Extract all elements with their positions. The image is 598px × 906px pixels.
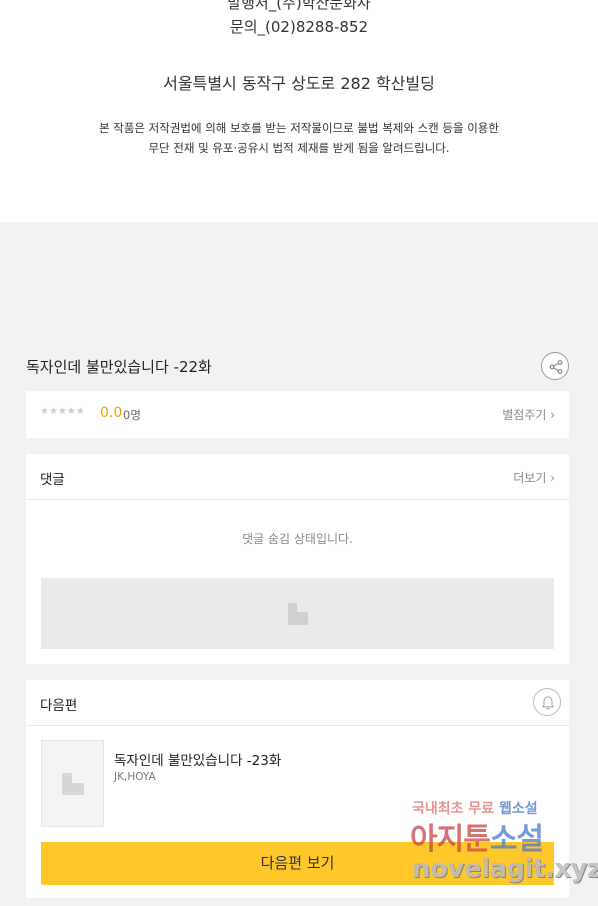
copyright-notice-line1: 본 작품은 저작권법에 의해 보호를 받는 저작물이므로 불법 복제와 스캔 등… bbox=[99, 121, 499, 135]
episode-title: 독자인데 불만있습니다 -22화 bbox=[26, 358, 212, 376]
image-placeholder-icon bbox=[288, 603, 308, 625]
share-icon bbox=[549, 360, 563, 374]
next-episode-thumbnail[interactable] bbox=[41, 740, 104, 827]
image-placeholder-icon bbox=[62, 773, 84, 795]
copyright-notice-line2: 무단 전재 및 유포·공유시 법적 제재를 받게 됨을 알려드립니다. bbox=[148, 141, 450, 155]
comment-card: 댓글 더보기 › 댓글 숨김 상태입니다. bbox=[26, 454, 569, 664]
next-episode-author: JK,HOYA bbox=[114, 771, 156, 783]
rate-button[interactable]: 별점주기 › bbox=[502, 406, 555, 423]
contact-text: 문의_(02)8288-852 bbox=[229, 18, 369, 36]
rating-score: 0.0 bbox=[100, 405, 123, 421]
next-title: 다음편 bbox=[40, 698, 78, 714]
bell-icon bbox=[541, 696, 555, 710]
next-episode-title[interactable]: 독자인데 불만있습니다 -23화 bbox=[114, 749, 281, 769]
next-episode-card: 다음편 독자인데 불만있습니다 -23화 JK,HOYA 다음편 보기 bbox=[26, 680, 569, 898]
rating-count: 0명 bbox=[123, 408, 141, 422]
comment-header: 댓글 더보기 › bbox=[26, 454, 569, 500]
next-episode-button[interactable]: 다음편 보기 bbox=[41, 842, 554, 885]
rating-stars[interactable]: ★★★★★ bbox=[40, 406, 85, 417]
comment-hidden-message: 댓글 숨김 상태입니다. bbox=[242, 532, 353, 546]
copyright-section: 발행처_(주)학산문화사 문의_(02)8288-852 서울특별시 동작구 상… bbox=[0, 0, 598, 222]
publisher-text: 발행처_(주)학산문화사 bbox=[227, 0, 371, 12]
rating-card: ★★★★★ 0.0 0명 별점주기 › bbox=[26, 391, 569, 438]
next-header: 다음편 bbox=[26, 680, 569, 726]
comment-more-link[interactable]: 더보기 › bbox=[513, 469, 555, 486]
address-text: 서울특별시 동작구 상도로 282 학산빌딩 bbox=[163, 74, 435, 93]
ad-placeholder[interactable] bbox=[41, 578, 554, 649]
comment-title: 댓글 bbox=[40, 472, 65, 488]
notification-button[interactable] bbox=[533, 688, 561, 716]
share-button[interactable] bbox=[541, 352, 569, 380]
